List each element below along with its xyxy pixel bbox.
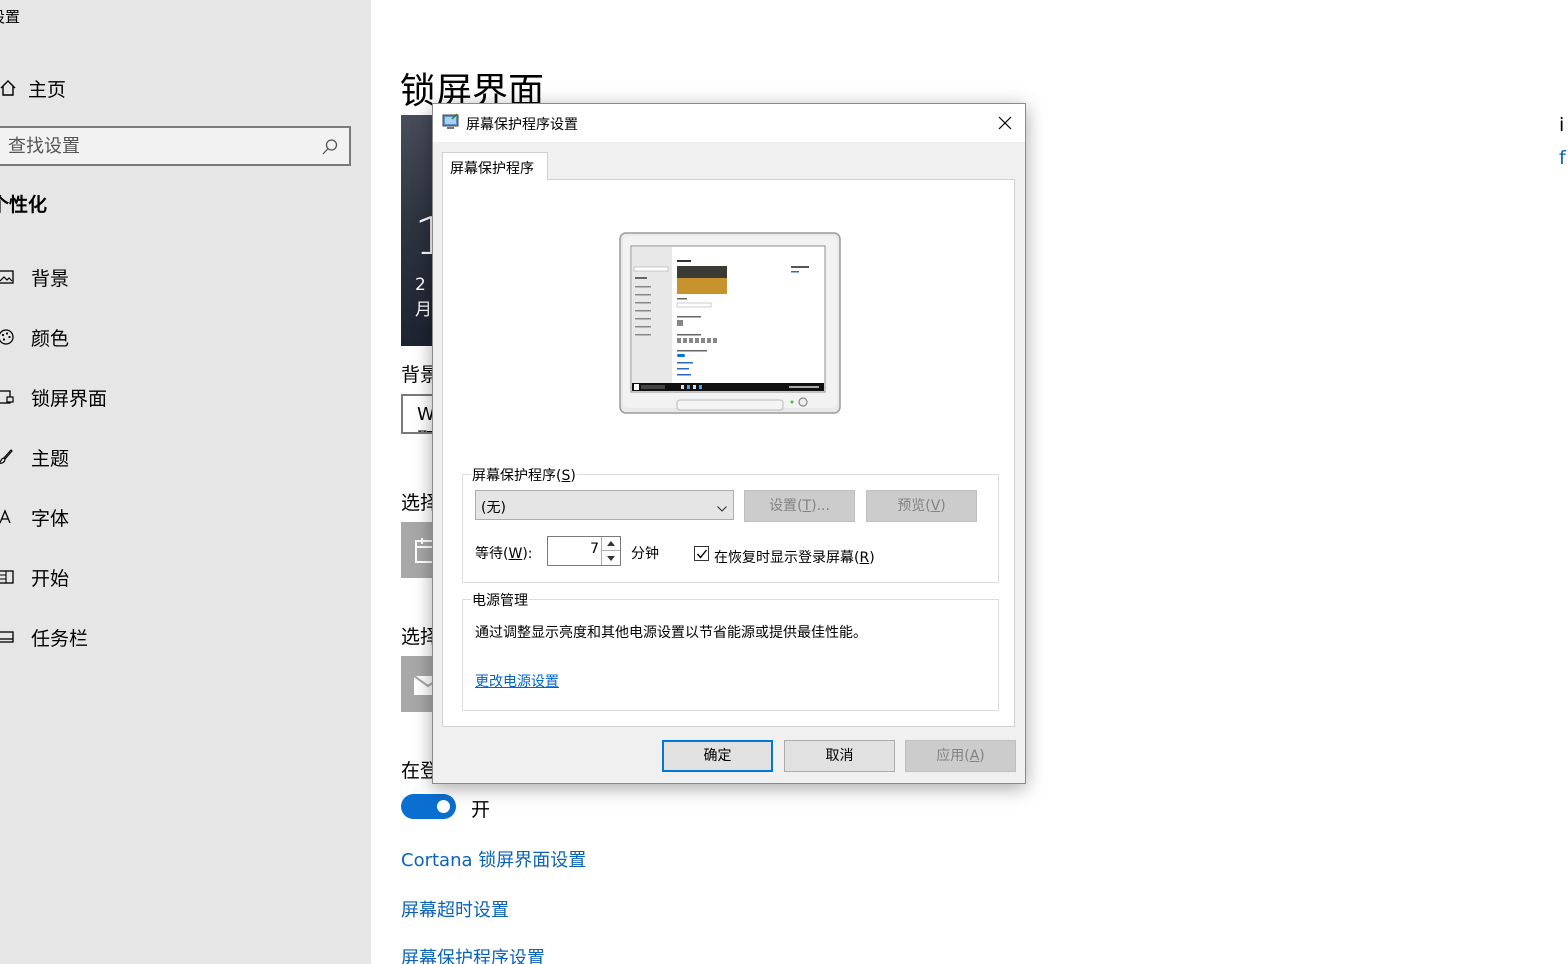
ok-button[interactable]: 确定 <box>662 740 773 772</box>
font-icon <box>0 505 18 529</box>
screensaver-settings-link[interactable]: 屏幕保护程序设置 <box>401 944 545 964</box>
screensaver-dialog: 屏幕保护程序设置 屏幕保护程序 屏幕保护程序(S) (无) 设置(T)... 预… <box>432 103 1026 784</box>
stepper-down-button[interactable] <box>601 551 620 565</box>
power-management-group: 电源管理 通过调整显示亮度和其他电源设置以节省能源或提供最佳性能。 更改电源设置 <box>462 590 999 711</box>
sidebar-item-label: 锁屏界面 <box>31 387 108 410</box>
related-settings-link[interactable]: f <box>1559 147 1566 169</box>
sidebar-item-fonts[interactable]: 字体 <box>0 502 107 532</box>
dialog-title: 屏幕保护程序设置 <box>466 117 578 133</box>
cancel-button[interactable]: 取消 <box>784 740 895 772</box>
sidebar-item-themes[interactable]: 主题 <box>0 442 107 472</box>
sidebar-item-label: 开始 <box>31 567 70 590</box>
wait-minutes-value[interactable]: 7 <box>590 541 599 557</box>
related-settings-heading: i <box>1559 114 1565 136</box>
sidebar-item-label: 背景 <box>31 267 70 290</box>
sidebar-item-label: 任务栏 <box>31 627 89 650</box>
wait-label: 等待(W): <box>475 546 533 562</box>
signin-background-toggle[interactable] <box>401 794 456 819</box>
toggle-state-label: 开 <box>471 799 491 821</box>
sidebar-item-start[interactable]: 开始 <box>0 562 107 592</box>
sidebar-item-home[interactable]: 主页 <box>0 74 66 102</box>
search-box[interactable] <box>0 126 351 166</box>
power-group-legend: 电源管理 <box>471 590 529 610</box>
screen-timeout-link[interactable]: 屏幕超时设置 <box>401 896 509 922</box>
sidebar-item-label: 主页 <box>28 78 67 101</box>
cortana-lock-settings-link[interactable]: Cortana 锁屏界面设置 <box>401 846 586 872</box>
section-title: 个性化 <box>0 194 48 216</box>
minutes-label: 分钟 <box>631 546 659 562</box>
tab-panel: 屏幕保护程序(S) (无) 设置(T)... 预览(V) 等待(W): 7 分钟 <box>442 179 1015 727</box>
screensaver-app-icon <box>442 113 460 135</box>
tab-screensaver[interactable]: 屏幕保护程序 <box>442 152 548 180</box>
close-icon <box>998 116 1012 130</box>
start-icon <box>0 565 18 589</box>
power-description: 通过调整显示亮度和其他电源设置以节省能源或提供最佳性能。 <box>475 625 867 641</box>
screensaver-selected-value: (无) <box>481 500 506 516</box>
resume-login-label[interactable]: 在恢复时显示登录屏幕(R) <box>714 547 875 567</box>
search-icon[interactable] <box>321 138 339 160</box>
taskbar-icon <box>0 625 18 649</box>
dialog-titlebar[interactable]: 屏幕保护程序设置 <box>433 104 1025 142</box>
screensaver-settings-button[interactable]: 设置(T)... <box>744 490 855 522</box>
chevron-down-icon <box>717 500 727 516</box>
palette-icon <box>0 325 18 349</box>
picture-icon <box>0 265 18 289</box>
app-title: 设置 <box>0 8 21 26</box>
chevron-up-icon <box>607 541 615 546</box>
apply-button[interactable]: 应用(A) <box>905 740 1016 772</box>
change-power-settings-link[interactable]: 更改电源设置 <box>475 671 559 691</box>
monitor-preview <box>619 232 841 416</box>
chevron-down-icon <box>607 555 615 561</box>
toggle-knob <box>437 800 450 813</box>
wait-minutes-stepper[interactable]: 7 <box>547 536 621 566</box>
sidebar-item-taskbar[interactable]: 任务栏 <box>0 622 107 652</box>
sidebar-item-colors[interactable]: 颜色 <box>0 322 107 352</box>
sidebar-item-label: 颜色 <box>31 327 70 350</box>
sidebar-nav: 背景 颜色 锁屏界面 主题 字体 开始 任务栏 <box>0 262 107 682</box>
screensaver-preview-button[interactable]: 预览(V) <box>866 490 977 522</box>
home-icon <box>0 76 20 100</box>
search-input[interactable] <box>8 135 308 157</box>
brush-icon <box>0 445 18 469</box>
sidebar-item-lock-screen[interactable]: 锁屏界面 <box>0 382 107 412</box>
resume-login-checkbox[interactable] <box>694 546 709 561</box>
screensaver-dropdown[interactable]: (无) <box>475 490 734 520</box>
sidebar-item-label: 主题 <box>31 447 70 470</box>
checkmark-icon <box>696 549 707 559</box>
lock-screen-icon <box>0 385 18 409</box>
settings-sidebar: 设置 主页 个性化 背景 颜色 锁屏界面 <box>0 0 371 964</box>
screensaver-group-legend: 屏幕保护程序(S) <box>471 465 577 485</box>
sidebar-item-background[interactable]: 背景 <box>0 262 107 292</box>
close-button[interactable] <box>990 108 1020 138</box>
sidebar-item-label: 字体 <box>31 507 70 530</box>
stepper-up-button[interactable] <box>601 537 620 551</box>
screensaver-group: 屏幕保护程序(S) (无) 设置(T)... 预览(V) 等待(W): 7 分钟 <box>462 465 999 583</box>
